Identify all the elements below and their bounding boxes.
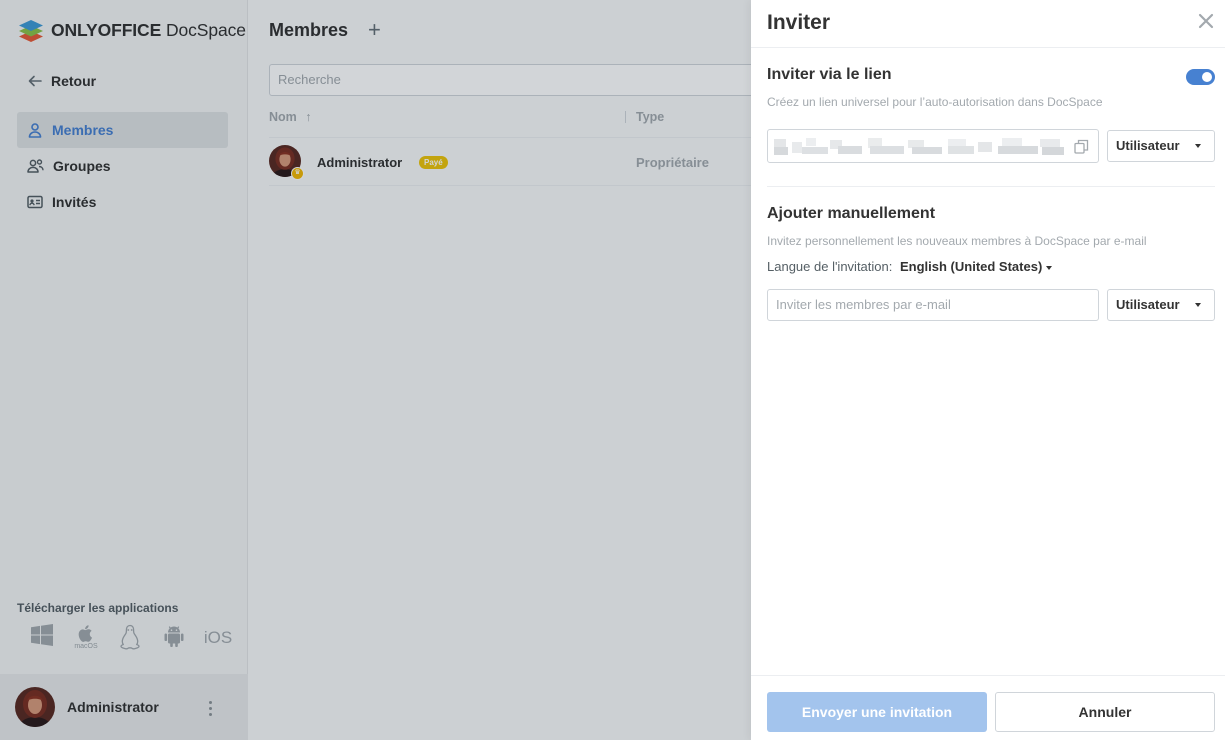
manual-section-title: Ajouter manuellement xyxy=(767,205,936,222)
modal-backdrop[interactable] xyxy=(0,0,751,740)
link-section-title: Inviter via le lien xyxy=(767,66,892,83)
invite-link-field[interactable] xyxy=(767,129,1099,163)
link-role-select[interactable]: Utilisateur xyxy=(1107,130,1215,162)
email-role-select[interactable]: Utilisateur xyxy=(1107,289,1215,321)
chevron-down-icon xyxy=(1195,144,1201,148)
panel-title: Inviter xyxy=(767,11,831,34)
email-invite-input[interactable]: Inviter les membres par e-mail xyxy=(767,289,1099,321)
cancel-button[interactable]: Annuler xyxy=(995,692,1215,732)
link-section-description: Créez un lien universel pour l’auto-auto… xyxy=(767,95,1103,109)
close-icon[interactable] xyxy=(1198,13,1214,29)
manual-section-description: Invitez personnellement les nouveaux mem… xyxy=(767,234,1147,248)
language-row: Langue de l'invitation: English (United … xyxy=(767,259,1053,274)
invite-link-toggle[interactable] xyxy=(1186,69,1215,85)
copy-icon[interactable] xyxy=(1074,139,1089,154)
language-select[interactable]: English (United States) xyxy=(899,259,1053,274)
language-label: Langue de l'invitation: xyxy=(767,259,893,274)
section-divider xyxy=(767,186,1215,187)
email-role-value: Utilisateur xyxy=(1116,297,1180,312)
panel-header: Inviter xyxy=(751,0,1225,48)
panel-footer: Envoyer une invitation Annuler xyxy=(751,675,1225,740)
blurred-link-text xyxy=(774,138,1064,155)
chevron-down-icon xyxy=(1195,303,1201,307)
chevron-down-icon xyxy=(1046,265,1053,270)
invite-panel: Inviter Inviter via le lien Créez un lie… xyxy=(751,0,1225,740)
language-value: English (United States) xyxy=(899,259,1043,274)
link-role-value: Utilisateur xyxy=(1116,138,1180,153)
send-invitation-button[interactable]: Envoyer une invitation xyxy=(767,692,987,732)
